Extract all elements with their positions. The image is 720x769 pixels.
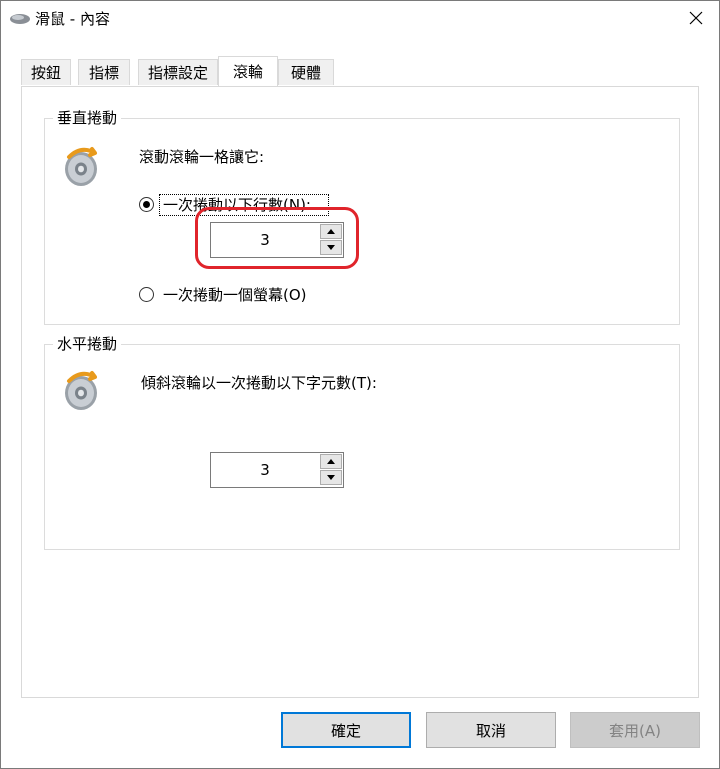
- lines-value[interactable]: 3: [211, 223, 319, 257]
- lines-spin-up-button[interactable]: [320, 224, 342, 239]
- radio-lines[interactable]: [139, 197, 154, 212]
- radio-screen[interactable]: [139, 287, 154, 302]
- radio-screen-label[interactable]: 一次捲動一個螢幕(O): [163, 285, 307, 305]
- tab-wheel[interactable]: 滾輪: [218, 56, 278, 86]
- tilt-wheel-icon: [65, 371, 97, 410]
- radio-lines-label[interactable]: 一次捲動以下行數(N):: [163, 195, 311, 215]
- tab-hardware[interactable]: 硬體: [278, 59, 334, 85]
- vertical-scrolling-label: 垂直捲動: [53, 108, 122, 128]
- horizontal-scrolling-group: 水平捲動 傾斜滾輪以一次捲動以下字元數(T): 3: [44, 334, 680, 550]
- chars-spinner[interactable]: 3: [210, 452, 344, 488]
- window-title: 滑鼠 - 內容: [35, 10, 110, 28]
- horizontal-prompt: 傾斜滾輪以一次捲動以下字元數(T):: [141, 374, 377, 392]
- close-button[interactable]: [673, 1, 719, 35]
- tab-label: 指標: [88, 64, 119, 82]
- close-icon: [689, 11, 703, 25]
- vertical-prompt: 滾動滾輪一格讓它:: [139, 148, 265, 166]
- wheel-tab-panel: 垂直捲動 滾動滾輪一格讓它: 一次捲動以下行數(N): 3 一次捲動一個螢幕(O…: [21, 86, 699, 698]
- triangle-down-icon: [327, 475, 335, 480]
- tab-label: 硬體: [290, 64, 321, 82]
- ok-button[interactable]: 確定: [281, 712, 411, 748]
- radio-dot: [143, 201, 150, 208]
- apply-button[interactable]: 套用(A): [570, 712, 700, 748]
- chars-spin-down-button[interactable]: [320, 470, 342, 485]
- cancel-button[interactable]: 取消: [426, 712, 556, 748]
- triangle-up-icon: [327, 459, 335, 464]
- triangle-up-icon: [327, 229, 335, 234]
- chars-spin-up-button[interactable]: [320, 454, 342, 469]
- mouse-icon: [10, 14, 30, 24]
- lines-spinner[interactable]: 3: [210, 222, 344, 258]
- scroll-wheel-icon: [65, 147, 97, 186]
- chars-value[interactable]: 3: [211, 453, 319, 487]
- vertical-scrolling-group: 垂直捲動 滾動滾輪一格讓它: 一次捲動以下行數(N): 3 一次捲動一個螢幕(O…: [44, 108, 680, 325]
- apply-button-label: 套用(A): [609, 721, 661, 740]
- horizontal-scrolling-label: 水平捲動: [53, 334, 122, 354]
- tab-label: 指標設定: [147, 64, 208, 82]
- cancel-button-label: 取消: [475, 721, 506, 740]
- lines-spin-down-button[interactable]: [320, 240, 342, 255]
- title-bar: 滑鼠 - 內容: [1, 1, 719, 35]
- tab-buttons[interactable]: 按鈕: [21, 59, 71, 85]
- ok-button-label: 確定: [330, 721, 361, 740]
- tab-label: 按鈕: [30, 64, 61, 82]
- tab-label: 滾輪: [232, 63, 263, 81]
- triangle-down-icon: [327, 245, 335, 250]
- tab-pointer-options[interactable]: 指標設定: [138, 59, 218, 85]
- tab-pointers[interactable]: 指標: [78, 59, 130, 85]
- mouse-properties-window: 滑鼠 - 內容 按鈕 指標 指標設定 滾輪 硬體 垂直捲動 滾動滾輪一格讓它:: [0, 0, 720, 769]
